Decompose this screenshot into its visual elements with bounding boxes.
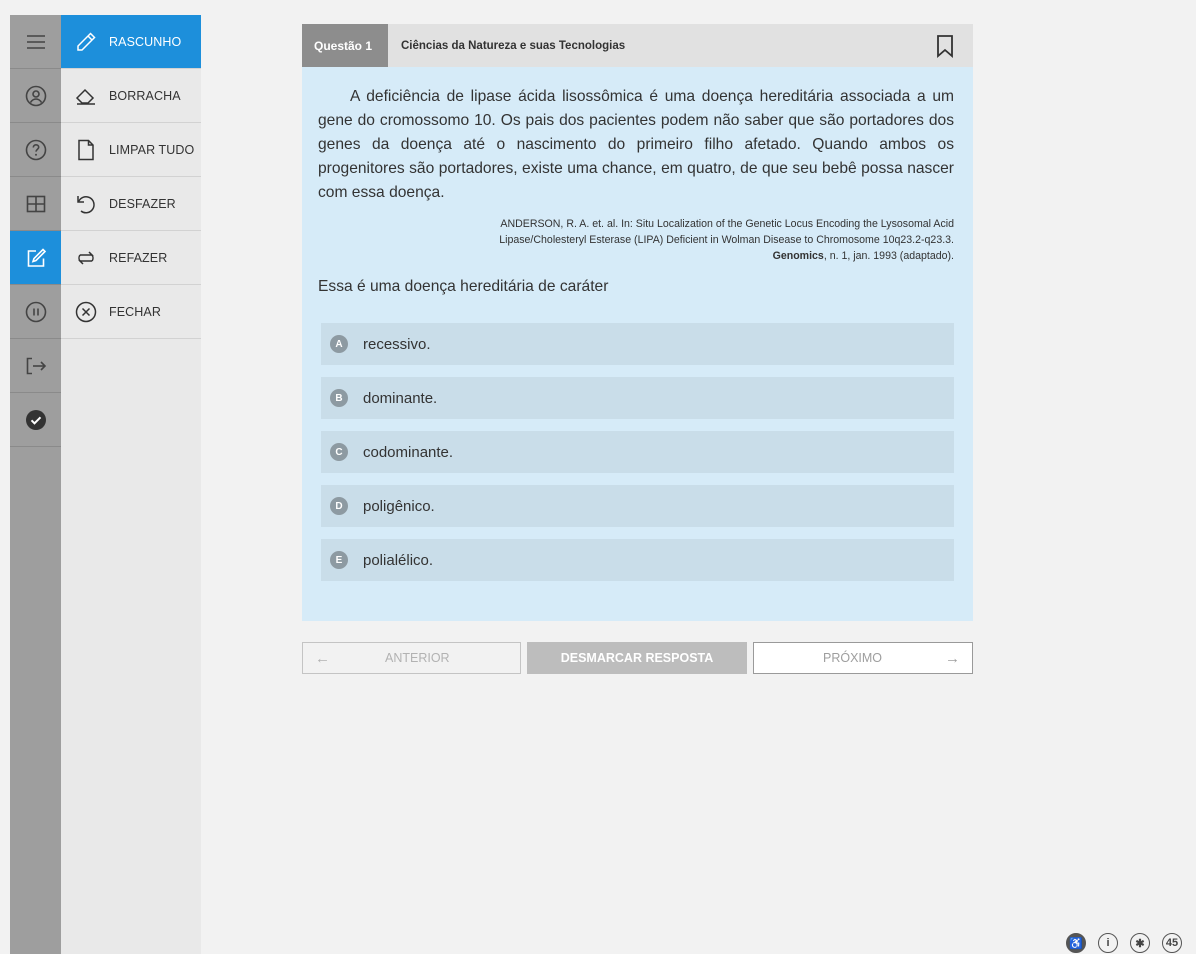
tool-limpar-tudo[interactable]: LIMPAR TUDO — [61, 123, 201, 177]
layout-icon — [26, 195, 45, 212]
close-circle-icon — [73, 299, 99, 325]
option-letter: A — [330, 335, 348, 353]
accessibility-toolbar: ♿ i ✱ 45 — [1066, 933, 1194, 953]
check-icon — [25, 409, 46, 430]
option-c[interactable]: C codominante. — [321, 431, 954, 473]
tool-desfazer[interactable]: DESFAZER — [61, 177, 201, 231]
user-icon — [25, 85, 46, 106]
tool-label: REFAZER — [109, 250, 168, 265]
rail-layout[interactable] — [10, 177, 61, 231]
option-letter: D — [330, 497, 348, 515]
bookmark-icon — [937, 34, 953, 58]
accessibility-icon[interactable]: ♿ — [1066, 933, 1086, 953]
help-icon — [25, 139, 46, 160]
reference: ANDERSON, R. A. et. al. In: Situ Localiz… — [499, 218, 954, 262]
exit-icon — [26, 357, 46, 374]
arrow-left-icon: ← — [315, 649, 330, 667]
question-area: Ciências da Natureza e suas Tecnologias — [401, 39, 626, 52]
question-number: Questão 1 — [302, 24, 388, 67]
option-letter: B — [330, 389, 348, 407]
pencil-icon — [73, 29, 99, 55]
tool-borracha[interactable]: BORRACHA — [61, 69, 201, 123]
pause-icon — [25, 301, 46, 322]
question-prompt: Essa é uma doença hereditária de caráter — [318, 278, 609, 295]
menu-icon — [26, 34, 45, 49]
bookmark-button[interactable] — [933, 33, 957, 59]
rail-finish[interactable] — [10, 393, 61, 447]
arrow-right-icon: → — [945, 649, 960, 667]
rail-help[interactable] — [10, 123, 61, 177]
rail-menu[interactable] — [10, 15, 61, 69]
option-a[interactable]: A recessivo. — [321, 323, 954, 365]
option-letter: C — [330, 443, 348, 461]
option-e[interactable]: E polialélico. — [321, 539, 954, 581]
tool-label: DESFAZER — [109, 196, 176, 211]
option-letter: E — [330, 551, 348, 569]
blank-page-icon — [73, 137, 99, 163]
draft-tools-panel: RASCUNHO BORRACHA LIMPAR TUDO DESFAZER R… — [61, 15, 201, 954]
previous-label: ANTERIOR — [385, 651, 450, 665]
counter-icon[interactable]: 45 — [1162, 933, 1182, 953]
rail-draft[interactable] — [10, 231, 61, 285]
previous-button[interactable]: ← ANTERIOR — [302, 642, 521, 674]
answer-options: A recessivo. B dominante. C codominante.… — [321, 323, 954, 581]
question-text: A deficiência de lipase ácida lisossômic… — [318, 88, 954, 201]
tool-label: FECHAR — [109, 304, 161, 319]
rail-pause[interactable] — [10, 285, 61, 339]
option-text: codominante. — [363, 443, 454, 461]
option-d[interactable]: D poligênico. — [321, 485, 954, 527]
eraser-icon — [73, 83, 99, 109]
undo-icon — [73, 191, 99, 217]
question-card: Questão 1 Ciências da Natureza e suas Te… — [302, 24, 973, 621]
clear-answer-label: DESMARCAR RESPOSTA — [560, 651, 714, 665]
tool-refazer[interactable]: REFAZER — [61, 231, 201, 285]
option-text: recessivo. — [363, 335, 431, 353]
tool-label: RASCUNHO — [109, 34, 182, 49]
option-b[interactable]: B dominante. — [321, 377, 954, 419]
tool-fechar[interactable]: FECHAR — [61, 285, 201, 339]
tool-rascunho[interactable]: RASCUNHO — [61, 15, 201, 69]
tool-label: LIMPAR TUDO — [109, 142, 195, 157]
redo-icon — [73, 245, 99, 271]
rail-exit[interactable] — [10, 339, 61, 393]
info-icon[interactable]: i — [1098, 933, 1118, 953]
option-text: polialélico. — [363, 551, 434, 569]
side-rail — [10, 15, 61, 954]
next-button[interactable]: PRÓXIMO → — [753, 642, 973, 674]
option-text: poligênico. — [363, 497, 435, 515]
draft-icon — [27, 247, 46, 267]
option-text: dominante. — [363, 389, 438, 407]
clear-answer-button[interactable]: DESMARCAR RESPOSTA — [527, 642, 747, 674]
tool-label: BORRACHA — [109, 88, 181, 103]
bug-icon[interactable]: ✱ — [1130, 933, 1150, 953]
question-header: Questão 1 Ciências da Natureza e suas Te… — [302, 24, 973, 67]
rail-user[interactable] — [10, 69, 61, 123]
next-label: PRÓXIMO — [823, 651, 883, 665]
